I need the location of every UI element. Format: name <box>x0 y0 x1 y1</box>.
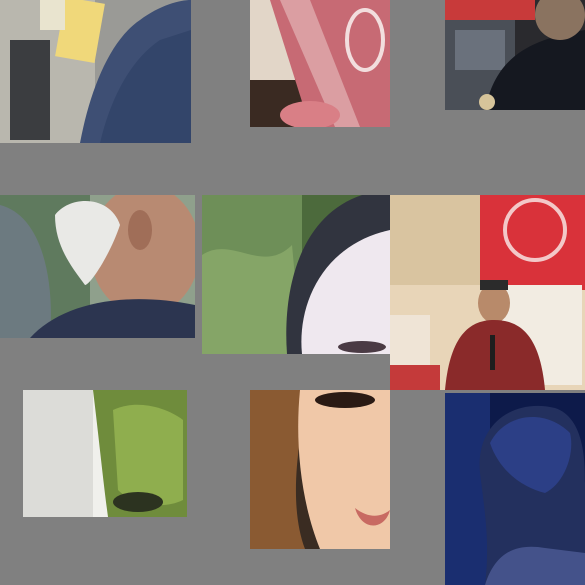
ivy-wall-photo <box>23 390 187 517</box>
photo-tile-police-officer <box>445 0 585 110</box>
person-back-photo <box>0 0 191 143</box>
photo-tile-ivy-wall <box>23 390 187 517</box>
photo-tile-man-singing <box>390 195 585 390</box>
elderly-man-photo <box>0 195 195 338</box>
photo-tile-person-back <box>0 0 191 143</box>
red-glass-photo <box>250 0 390 127</box>
photo-tile-elderly-man <box>0 195 195 338</box>
smiling-girl-photo <box>250 390 390 549</box>
photo-tile-blue-light <box>445 393 585 585</box>
police-officer-photo <box>445 0 585 110</box>
photo-tile-child-face <box>202 195 390 354</box>
man-singing-photo <box>390 195 585 390</box>
photo-tile-red-glass <box>250 0 390 127</box>
photo-tile-smiling-girl <box>250 390 390 549</box>
blue-light-photo <box>445 393 585 585</box>
child-face-photo <box>202 195 390 354</box>
